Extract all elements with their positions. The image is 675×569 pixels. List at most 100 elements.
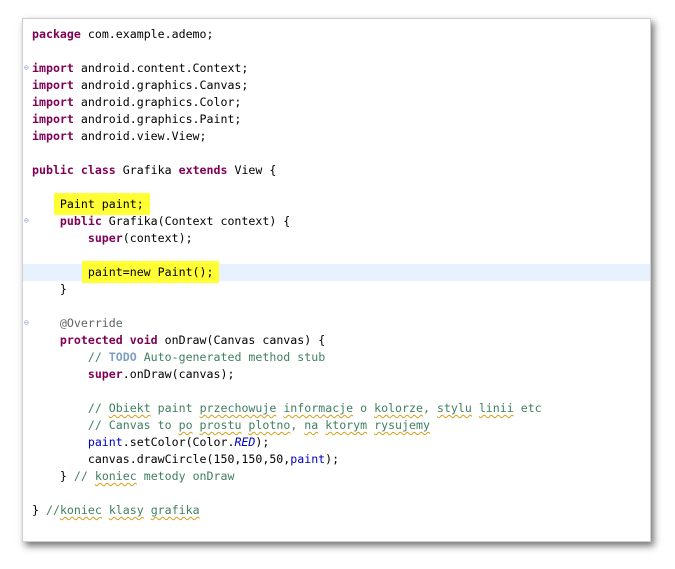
- code-token: na: [304, 418, 319, 432]
- code-line[interactable]: import android.graphics.Color;: [23, 94, 650, 111]
- fold-marker-icon[interactable]: ⊖: [24, 217, 30, 225]
- code-token: informacje: [283, 401, 354, 415]
- code-token: etc: [513, 401, 542, 415]
- code-editor[interactable]: package com.example.ademo; ⊖ import androi…: [22, 18, 651, 542]
- code-text: }: [32, 281, 67, 298]
- fold-marker-icon[interactable]: ⊖: [24, 319, 30, 327]
- code-token: po: [178, 418, 193, 432]
- code-text: Paint paint;: [32, 193, 150, 215]
- code-line[interactable]: ⊖ @Override: [23, 315, 650, 332]
- code-token: protected: [59, 333, 123, 347]
- code-line[interactable]: Paint paint;: [23, 193, 650, 215]
- code-text: import android.graphics.Paint;: [32, 111, 241, 128]
- code-token: //: [45, 503, 60, 517]
- code-token: import: [32, 61, 74, 75]
- code-token: // Canvas to: [87, 418, 179, 432]
- code-line[interactable]: [23, 485, 650, 502]
- code-token: public: [32, 163, 74, 177]
- code-line[interactable]: [23, 383, 650, 400]
- code-token: RED: [234, 435, 256, 449]
- code-line[interactable]: } // koniec metody onDraw: [23, 468, 650, 485]
- code-token: class: [80, 163, 116, 177]
- code-text: paint=new Paint();: [32, 261, 220, 283]
- highlight-paint-field: Paint paint;: [53, 193, 150, 215]
- code-token: Grafika: [115, 163, 179, 177]
- code-token: android.view.View;: [73, 129, 207, 143]
- code-token: paint: [290, 452, 326, 466]
- code-line[interactable]: public class Grafika extends View {: [23, 162, 650, 179]
- code-token: }: [32, 469, 74, 483]
- code-token: android.graphics.Paint;: [73, 112, 242, 126]
- code-line[interactable]: package com.example.ademo;: [23, 26, 650, 43]
- code-text: super.onDraw(canvas);: [32, 366, 235, 383]
- code-line[interactable]: // TODO Auto-generated method stub: [23, 349, 650, 366]
- code-token: rysujemy: [374, 418, 430, 432]
- code-token: onDraw(Canvas canvas) {: [157, 333, 326, 347]
- code-text: import android.graphics.Canvas;: [32, 77, 248, 94]
- code-line[interactable]: ⊖ public Grafika(Context context) {: [23, 213, 650, 230]
- code-line[interactable]: } //koniec klasy grafika: [23, 502, 650, 519]
- code-text: paint.setColor(Color.RED);: [32, 434, 270, 451]
- code-token: .setColor(Color.: [122, 435, 235, 449]
- code-token: package: [32, 27, 81, 41]
- code-text: // Canvas to po prostu plotno, na ktorym…: [32, 417, 430, 434]
- code-line[interactable]: canvas.drawCircle(150,150,50,paint);: [23, 451, 650, 468]
- code-token: import: [32, 78, 74, 92]
- code-line[interactable]: ⊖ import android.content.Context;: [23, 60, 650, 77]
- code-token: import: [32, 112, 74, 126]
- code-line[interactable]: import android.graphics.Paint;: [23, 111, 650, 128]
- code-token: import: [32, 129, 74, 143]
- code-line[interactable]: super.onDraw(canvas);: [23, 366, 650, 383]
- code-text: } //koniec klasy grafika: [32, 502, 200, 519]
- code-token: paint: [150, 401, 200, 415]
- code-line[interactable]: [23, 298, 650, 315]
- code-line[interactable]: protected void onDraw(Canvas canvas) {: [23, 332, 650, 349]
- code-line[interactable]: paint=new Paint();: [23, 261, 650, 283]
- code-token: super: [87, 367, 123, 381]
- code-text: } // koniec metody onDraw: [32, 468, 235, 485]
- code-text: // Obiekt paint przechowuje informacje o…: [32, 400, 542, 417]
- code-text: protected void onDraw(Canvas canvas) {: [32, 332, 325, 349]
- code-text: package com.example.ademo;: [32, 26, 214, 43]
- code-token: paint: [87, 435, 123, 449]
- code-line[interactable]: import android.graphics.Canvas;: [23, 77, 650, 94]
- code-token: public: [59, 214, 102, 228]
- code-line[interactable]: // Obiekt paint przechowuje informacje o…: [23, 400, 650, 417]
- code-line[interactable]: paint.setColor(Color.RED);: [23, 434, 650, 451]
- code-line[interactable]: [23, 145, 650, 162]
- code-token: import: [32, 95, 74, 109]
- code-token: koniec: [94, 469, 137, 483]
- code-token: ktorym: [325, 418, 368, 432]
- code-line[interactable]: [23, 43, 650, 60]
- code-token: Auto-generated method stub: [136, 350, 326, 364]
- code-text: import android.graphics.Color;: [32, 94, 241, 111]
- code-line[interactable]: }: [23, 281, 650, 298]
- fold-marker-icon[interactable]: ⊖: [24, 64, 30, 72]
- code-line[interactable]: import android.view.View;: [23, 128, 650, 145]
- code-token: (context);: [122, 231, 193, 245]
- highlight-paint-init: paint=new Paint();: [81, 261, 220, 283]
- code-text: public class Grafika extends View {: [32, 162, 276, 179]
- code-line[interactable]: // Canvas to po prostu plotno, na ktorym…: [23, 417, 650, 434]
- code-text: import android.content.Context;: [32, 60, 248, 77]
- code-token: android.graphics.Color;: [73, 95, 242, 109]
- code-token: //: [87, 350, 109, 364]
- code-token: Obiekt: [108, 401, 151, 415]
- code-token: o: [353, 401, 375, 415]
- code-token: View {: [227, 163, 277, 177]
- code-text: super(context);: [32, 230, 193, 247]
- code-line[interactable]: super(context);: [23, 230, 650, 247]
- code-token: canvas.drawCircle(150,150,50,: [32, 452, 291, 466]
- code-token: klasy: [108, 503, 144, 517]
- code-token: }: [32, 503, 46, 517]
- code-text: // TODO Auto-generated method stub: [32, 349, 325, 366]
- code-token: linii: [478, 401, 514, 415]
- code-token: );: [325, 452, 340, 466]
